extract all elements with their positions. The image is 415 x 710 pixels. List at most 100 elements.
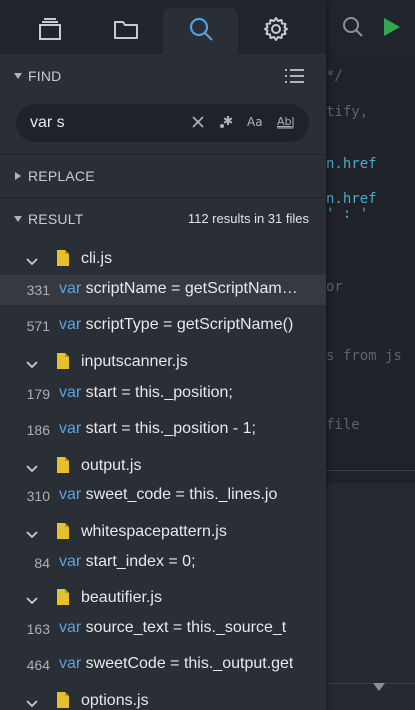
match-rest: start_index = 0; [81,553,196,570]
regex-icon[interactable] [219,114,233,133]
match-rest: source_text = this._source_t [81,619,287,636]
file-name: cli.js [81,250,113,267]
chevron-down-icon[interactable] [372,679,386,697]
clear-icon[interactable] [191,115,205,132]
whole-word-icon[interactable]: Ab [276,114,296,133]
search-panel: FIND var s Aa Ab REPLACE RESULT 112 resu… [0,0,326,710]
file-icon [57,692,69,710]
svg-text:Aa: Aa [247,115,263,129]
caret-down-icon [14,67,22,85]
match-text: var scriptType = getScriptName() [59,316,293,334]
file-row[interactable]: output.js [0,451,326,481]
file-icon [57,523,69,544]
match-keyword: var [59,280,82,297]
code-line: ' : ' [326,206,369,222]
code-line: or [326,279,343,295]
code-line: n.href [326,191,377,207]
search-icon [188,16,214,47]
match-text: var sweetCode = this._output.get [59,655,293,673]
match-case-icon[interactable]: Aa [247,115,265,132]
line-number: 163 [26,621,50,637]
file-row[interactable]: cli.js [0,244,326,274]
line-number: 186 [26,422,50,438]
find-section-header[interactable]: FIND [0,55,326,97]
match-text: var scriptName = getScriptNam… [59,280,298,298]
match-keyword: var [59,486,82,503]
match-keyword: var [59,316,82,333]
panel-tab-bar [0,0,326,54]
tab-search[interactable] [163,8,238,54]
match-text: var start = this._position; [59,384,233,402]
chevron-down-icon [26,460,38,478]
caret-right-icon [14,167,22,185]
file-name: beautifier.js [81,589,162,606]
match-keyword: var [59,553,82,570]
tab-files[interactable] [88,8,163,54]
match-rest: sweet_code = this._lines.jo [81,486,278,503]
match-row[interactable]: 163 var source_text = this._source_t [0,614,326,644]
match-keyword: var [59,384,82,401]
match-text: var start_index = 0; [59,553,196,571]
gear-icon [263,16,289,47]
chevron-down-icon [26,356,38,374]
line-number: 179 [26,386,50,402]
file-icon [57,457,69,478]
search-query: var s [30,114,65,131]
layers-icon [37,17,63,45]
chevron-down-icon [26,526,38,544]
chevron-down-icon [26,592,38,610]
results-summary: 112 results in 31 files [187,211,309,226]
file-row[interactable]: beautifier.js [0,583,326,613]
match-rest: scriptType = getScriptName() [81,316,294,333]
result-section-title: RESULT [28,211,84,227]
run-icon[interactable] [382,16,402,43]
match-keyword: var [59,619,82,636]
match-rest: scriptName = getScriptNam… [81,280,298,297]
line-number: 571 [26,318,50,334]
code-line: tify, [326,104,369,120]
line-number: 310 [26,488,50,504]
line-number: 331 [26,282,50,298]
match-row[interactable]: 571 var scriptType = getScriptName() [0,311,326,341]
match-text: var source_text = this._source_t [59,619,286,637]
line-number: 84 [34,555,50,571]
match-row[interactable]: 84 var start_index = 0; [0,548,326,578]
chevron-down-icon [26,253,38,271]
file-row[interactable]: inputscanner.js [0,347,326,377]
replace-section-header[interactable]: REPLACE [0,155,326,197]
file-icon [57,250,69,271]
match-text: var sweet_code = this._lines.jo [59,486,277,504]
file-name: options.js [81,692,149,709]
search-icon[interactable] [342,16,364,43]
match-keyword: var [59,420,82,437]
match-row[interactable]: 186 var start = this._position - 1; [0,415,326,445]
editor-divider [326,470,415,471]
code-line: file [326,417,360,433]
match-rest: sweetCode = this._output.get [81,655,294,672]
console-panel [326,483,415,710]
file-icon [57,589,69,610]
replace-section-title: REPLACE [28,168,95,184]
tab-settings[interactable] [238,8,313,54]
code-line: s from js [326,348,402,364]
match-row[interactable]: 464 var sweetCode = this._output.get [0,650,326,680]
match-row[interactable]: 331 var scriptName = getScriptNam… [0,275,326,305]
file-row[interactable]: whitespacepattern.js [0,517,326,547]
tab-layers[interactable] [12,8,87,54]
file-name: inputscanner.js [81,353,188,370]
caret-down-icon [14,210,22,228]
file-name: output.js [81,457,142,474]
match-rest: start = this._position; [81,384,233,401]
match-row[interactable]: 179 var start = this._position; [0,379,326,409]
code-line: n.href [326,156,377,172]
file-row[interactable]: options.js [0,686,326,710]
line-number: 464 [26,657,50,673]
editor-toolbar [326,0,415,54]
file-name: whitespacepattern.js [81,523,227,540]
match-row[interactable]: 310 var sweet_code = this._lines.jo [0,481,326,511]
chevron-down-icon [26,695,38,710]
file-icon [57,353,69,374]
list-options-icon[interactable] [285,68,305,89]
find-section-title: FIND [28,68,62,84]
search-input[interactable]: var s Aa Ab [16,104,309,142]
